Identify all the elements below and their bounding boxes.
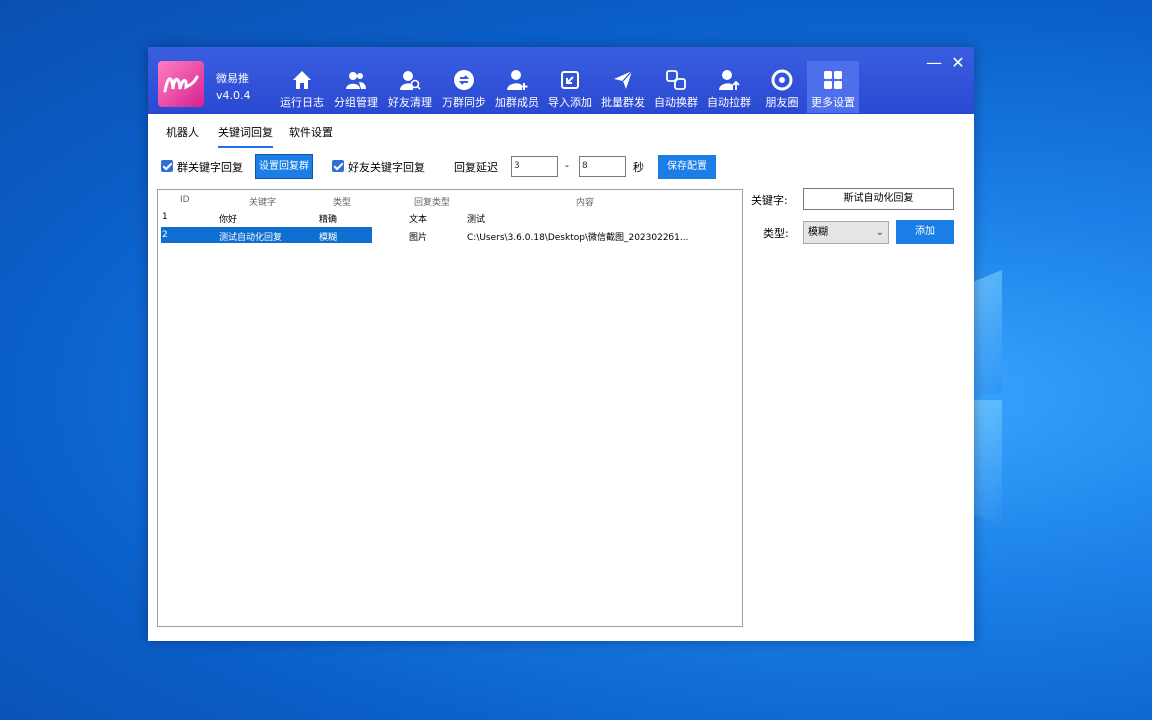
cell-type: 模糊: [319, 233, 338, 243]
delay-max-input[interactable]: 8: [579, 156, 626, 177]
type-label: 类型:: [763, 227, 789, 240]
home-icon: [293, 71, 311, 89]
friend-keyword-reply-checkbox[interactable]: [332, 160, 344, 172]
toolbar-batch-send[interactable]: 批量群发: [597, 61, 649, 113]
reply-delay-label: 回复延迟: [454, 161, 498, 174]
toolbar-group-sync[interactable]: 万群同步: [438, 61, 490, 113]
cell-reply-type: 文本: [409, 215, 428, 225]
grid-icon: [824, 71, 842, 89]
import-icon: [561, 71, 579, 89]
group-keyword-reply-checkbox[interactable]: [161, 160, 173, 172]
col-header-type[interactable]: 类型: [333, 195, 351, 208]
save-config-button[interactable]: 保存配置: [658, 155, 716, 179]
set-reply-group-button[interactable]: 设置回复群: [255, 154, 313, 179]
keyword-table[interactable]: ID 关键字 类型 回复类型 内容 1 你好 精确 文本 测试 2 测试自动化回…: [157, 189, 743, 627]
toolbar-group-manage[interactable]: 分组管理: [330, 61, 382, 113]
toolbar-add-members[interactable]: 加群成员: [491, 61, 543, 113]
col-header-id[interactable]: ID: [180, 195, 190, 205]
toolbar-run-log[interactable]: 运行日志: [276, 61, 328, 113]
col-header-reply-type[interactable]: 回复类型: [414, 195, 450, 208]
app-logo: [158, 61, 204, 107]
chevron-down-icon: ⌄: [875, 227, 884, 238]
keyword-input[interactable]: 斯试自动化回复: [803, 188, 954, 210]
tab-software-settings[interactable]: 软件设置: [289, 124, 333, 140]
cell-id: 2: [162, 230, 168, 240]
type-select-value: 模糊: [808, 227, 828, 238]
cell-content: C:\Users\3.6.0.18\Desktop\微信截图_2023022б1…: [467, 233, 689, 243]
swap-icon: [666, 70, 686, 90]
cell-reply-type: 图片: [409, 233, 428, 243]
delay-separator: -: [565, 159, 569, 172]
cell-content: 测试: [467, 215, 486, 225]
minimize-button[interactable]: —: [924, 53, 944, 72]
send-icon: [614, 70, 633, 89]
app-version: v4.0.4: [216, 89, 251, 102]
close-button[interactable]: ✕: [948, 53, 968, 72]
toolbar-friend-clean[interactable]: 好友清理: [384, 61, 436, 113]
cell-keyword: 测试自动化回复: [219, 233, 283, 243]
cell-keyword: 你好: [219, 215, 238, 225]
toolbar-auto-switch-group[interactable]: 自动换群: [650, 61, 702, 113]
keyword-label: 关键字:: [751, 194, 788, 207]
desktop-logo-pane: [972, 270, 1002, 394]
sync-icon: [454, 70, 474, 90]
aperture-icon: [771, 69, 793, 91]
toolbar-moments[interactable]: 朋友圈: [756, 61, 808, 113]
user-add-icon: [507, 70, 528, 90]
title-bar: 微易推 v4.0.4 运行日志 分组管理 好友清理 万群同步 加群成员 导入添加: [148, 47, 974, 114]
toolbar-auto-pull-group[interactable]: 自动拉群: [703, 61, 755, 113]
col-header-content[interactable]: 内容: [576, 195, 594, 208]
cell-type: 精确: [319, 215, 338, 225]
delay-unit: 秒: [633, 161, 644, 174]
toolbar-import-add[interactable]: 导入添加: [544, 61, 596, 113]
app-window: 微易推 v4.0.4 运行日志 分组管理 好友清理 万群同步 加群成员 导入添加: [148, 47, 974, 641]
add-button[interactable]: 添加: [896, 220, 954, 244]
cell-id: 1: [162, 212, 168, 222]
desktop-logo-pane: [972, 400, 1002, 524]
type-select[interactable]: 模糊 ⌄: [803, 221, 889, 244]
friend-keyword-reply-label: 好友关键字回复: [348, 161, 425, 174]
group-keyword-reply-label: 群关键字回复: [177, 161, 243, 174]
col-header-keyword[interactable]: 关键字: [249, 195, 276, 208]
user-search-icon: [400, 71, 421, 90]
users-icon: [346, 72, 366, 89]
user-pull-icon: [719, 70, 740, 90]
tab-robot[interactable]: 机器人: [166, 124, 199, 140]
app-name: 微易推: [216, 72, 249, 85]
tab-keyword-reply[interactable]: 关键词回复: [218, 124, 273, 148]
toolbar-more-settings[interactable]: 更多设置: [807, 61, 859, 113]
delay-min-input[interactable]: 3: [511, 156, 558, 177]
